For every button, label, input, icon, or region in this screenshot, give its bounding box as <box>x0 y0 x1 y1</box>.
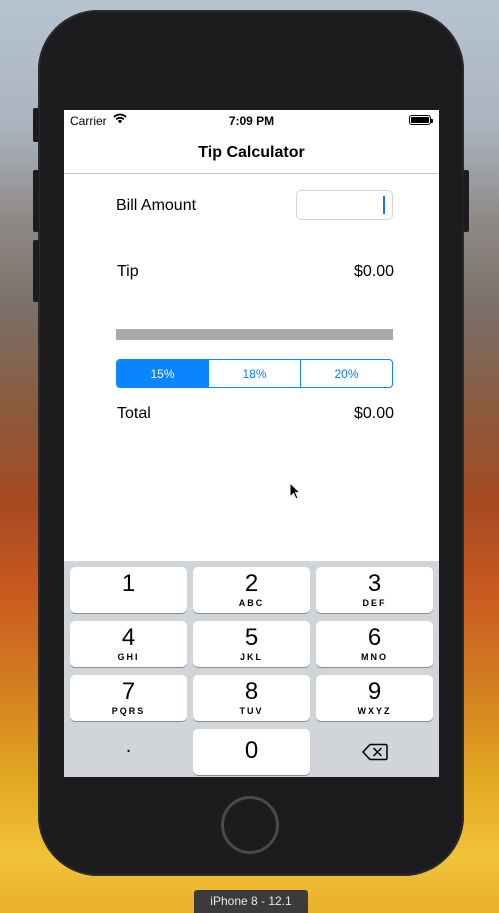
key-delete[interactable] <box>316 729 433 775</box>
key-7-letters: PQRS <box>111 706 146 716</box>
key-2-letters: ABC <box>238 598 265 608</box>
simulator-device-label: iPhone 8 - 12.1 <box>194 890 308 913</box>
total-amount: $0.00 <box>353 405 394 422</box>
numeric-keypad: 1 2 ABC 3 DEF 4 GHI 5 JKL 6 MNO 7 PQRS 8… <box>64 561 439 777</box>
key-8[interactable]: 8 TUV <box>193 675 310 721</box>
tip-label: Tip <box>117 263 139 280</box>
key-5-number: 5 <box>244 624 259 651</box>
page-title: Tip Calculator <box>198 144 305 161</box>
key-9-number: 9 <box>367 678 382 705</box>
key-0[interactable]: 0 <box>193 729 310 775</box>
status-time: 7:09 PM <box>228 114 275 128</box>
ringer-switch <box>33 108 39 142</box>
volume-up-button <box>33 170 39 232</box>
navigation-bar: Tip Calculator <box>64 130 439 174</box>
key-2-number: 2 <box>244 570 259 597</box>
key-8-letters: TUV <box>239 706 264 716</box>
key-1[interactable]: 1 <box>70 567 187 613</box>
key-8-number: 8 <box>244 678 259 705</box>
key-0-number: 0 <box>244 737 259 764</box>
volume-down-button <box>33 240 39 302</box>
key-3[interactable]: 3 DEF <box>316 567 433 613</box>
tip-option-18[interactable]: 18% <box>208 360 300 387</box>
key-4[interactable]: 4 GHI <box>70 621 187 667</box>
key-7-number: 7 <box>121 678 136 705</box>
key-3-number: 3 <box>367 570 382 597</box>
key-4-letters: GHI <box>117 652 140 662</box>
key-5[interactable]: 5 JKL <box>193 621 310 667</box>
text-caret <box>383 196 385 214</box>
key-6-letters: MNO <box>361 652 388 662</box>
total-label: Total <box>117 405 151 422</box>
device-screen: Carrier 7:09 PM Tip Calculator Bill Amou… <box>64 110 439 777</box>
bill-amount-input[interactable] <box>296 190 393 220</box>
home-button[interactable] <box>221 796 279 854</box>
backspace-icon <box>362 743 388 761</box>
mouse-pointer-icon <box>289 482 301 500</box>
key-7[interactable]: 7 PQRS <box>70 675 187 721</box>
battery-icon <box>409 115 433 125</box>
key-decimal[interactable]: . <box>70 729 187 775</box>
divider-bar <box>116 329 393 340</box>
status-bar: Carrier 7:09 PM <box>64 110 439 130</box>
key-9[interactable]: 9 WXYZ <box>316 675 433 721</box>
key-2[interactable]: 2 ABC <box>193 567 310 613</box>
bill-amount-label: Bill Amount <box>116 197 197 214</box>
power-button <box>463 170 469 232</box>
tip-option-20[interactable]: 20% <box>300 360 392 387</box>
key-5-letters: JKL <box>239 652 263 662</box>
key-4-number: 4 <box>121 624 136 651</box>
key-6-number: 6 <box>367 624 382 651</box>
key-9-letters: WXYZ <box>357 706 392 716</box>
key-6[interactable]: 6 MNO <box>316 621 433 667</box>
key-1-number: 1 <box>121 570 136 597</box>
tip-amount: $0.00 <box>353 263 394 280</box>
key-decimal-symbol: . <box>125 735 132 757</box>
tip-option-15[interactable]: 15% <box>117 360 208 387</box>
key-3-letters: DEF <box>362 598 387 608</box>
tip-percentage-control[interactable]: 15% 18% 20% <box>116 359 393 388</box>
